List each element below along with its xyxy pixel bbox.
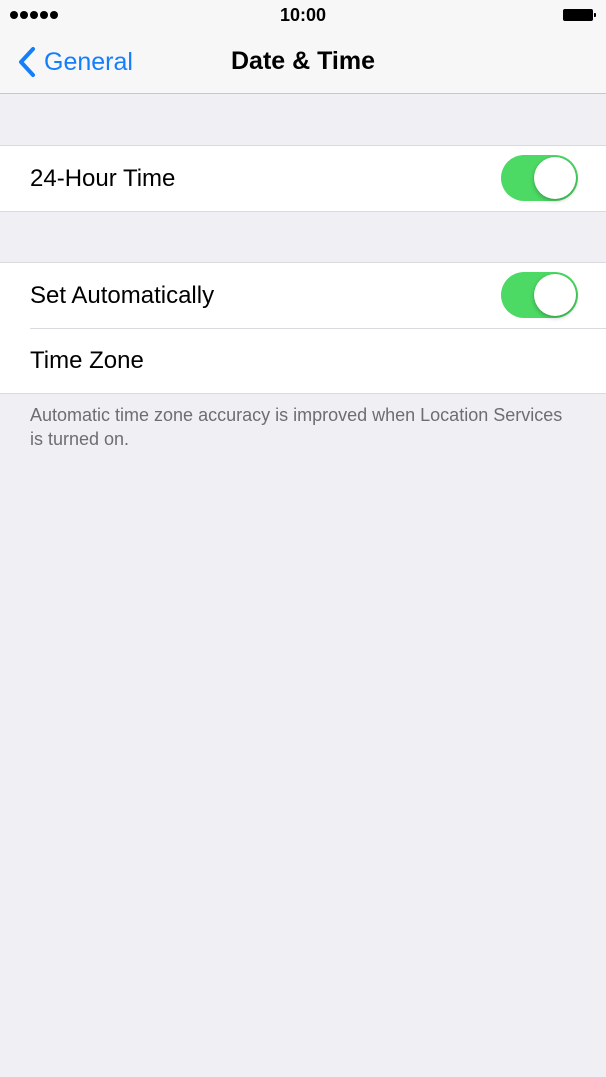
status-time: 10:00 [279, 5, 327, 25]
section-footer-note: Automatic time zone accuracy is improved… [30, 405, 563, 449]
row-time-zone[interactable]: Time Zone [0, 328, 606, 393]
toggle-knob [534, 274, 576, 316]
row-label: Set Automatically [30, 281, 215, 309]
battery-icon [563, 9, 596, 21]
24-hour-time-toggle[interactable] [501, 155, 578, 201]
page-title: Date & Time [230, 47, 376, 75]
row-set-automatically: Set Automatically [0, 263, 606, 328]
toggle-knob [534, 157, 576, 199]
set-automatically-toggle[interactable] [501, 272, 578, 318]
row-24-hour-time: 24-Hour Time [0, 146, 606, 211]
row-label: 24-Hour Time [30, 164, 176, 192]
settings-group-time-zone: Set Automatically Time Zone [0, 262, 606, 394]
status-bar: 10:00 [0, 0, 606, 30]
navigation-bar: General Date & Time [0, 30, 606, 94]
settings-group-24-hour: 24-Hour Time [0, 145, 606, 212]
row-label: Time Zone [30, 346, 144, 374]
